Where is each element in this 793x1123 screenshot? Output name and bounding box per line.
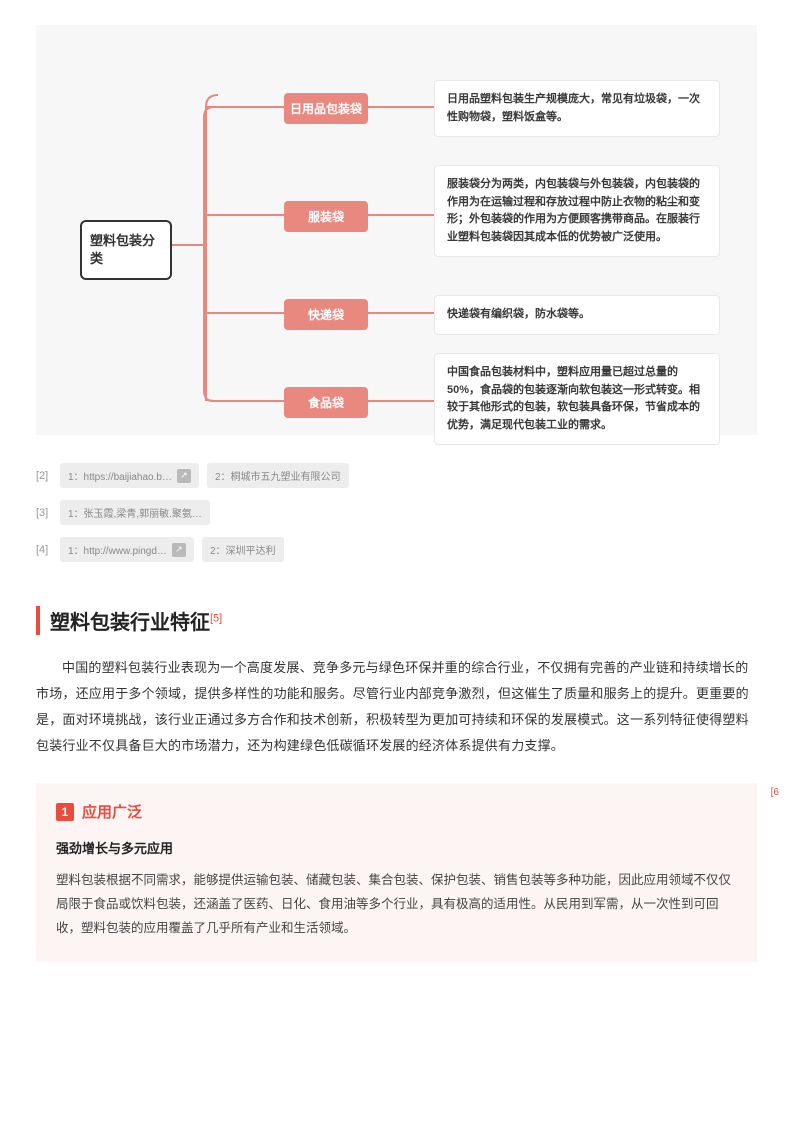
category-node: 食品袋 — [284, 387, 368, 418]
category-description: 日用品塑料包装生产规模庞大，常见有垃圾袋，一次性购物袋，塑料饭盒等。 — [434, 80, 720, 137]
feature-body: 塑料包装根据不同需求，能够提供运输包装、储藏包装、集合包装、保护包装、销售包装等… — [56, 869, 737, 940]
category-node: 快递袋 — [284, 299, 368, 330]
external-link-icon: ↗ — [172, 543, 186, 557]
reference-text: 1：张玉霞,梁青,郭丽敏.聚氨… — [68, 505, 202, 520]
category-description: 快递袋有编织袋，防水袋等。 — [434, 295, 720, 335]
section-footnote: [5] — [210, 612, 222, 624]
section-paragraph: 中国的塑料包装行业表现为一个高度发展、竞争多元与绿色环保并重的综合行业，不仅拥有… — [36, 655, 757, 759]
reference-pill[interactable]: 1：http://www.pingd… ↗ — [60, 537, 194, 562]
reference-row: [3] 1：张玉霞,梁青,郭丽敏.聚氨… — [36, 500, 757, 525]
feature-title-row: 1 应用广泛 — [56, 801, 737, 822]
external-link-icon: ↗ — [177, 469, 191, 483]
category-node: 日用品包装袋 — [284, 93, 368, 124]
reference-pill[interactable]: 1：张玉霞,梁青,郭丽敏.聚氨… — [60, 500, 210, 525]
category-description: 服装袋分为两类，内包装袋与外包装袋，内包装袋的作用为在运输过程和存放过程中防止衣… — [434, 165, 720, 257]
reference-index: [3] — [36, 507, 52, 519]
category-description: 中国食品包装材料中，塑料应用量已超过总量的50%，食品袋的包装逐渐向软包装这一形… — [434, 353, 720, 445]
reference-text: 1：http://www.pingd… — [68, 542, 167, 557]
feature-number-badge: 1 — [56, 803, 74, 821]
reference-row: [4] 1：http://www.pingd… ↗ 2：深圳平达利 — [36, 537, 757, 562]
reference-pill[interactable]: 2：桐城市五九塑业有限公司 — [207, 463, 349, 488]
reference-index: [2] — [36, 470, 52, 482]
section-heading: 塑料包装行业特征[5] — [36, 606, 757, 635]
feature-side-ref: [6 — [771, 787, 779, 798]
feature-subtitle: 强劲增长与多元应用 — [56, 838, 737, 857]
category-node: 服装袋 — [284, 201, 368, 232]
references-block: [2]1：https://baijiahao.b…↗2：桐城市五九塑业有限公司[… — [36, 453, 757, 584]
classification-diagram: 塑料包装分类 日用品包装袋 日用品塑料包装生产规模庞大，常见有垃圾袋，一次性购物袋… — [36, 25, 757, 435]
reference-text: 2：桐城市五九塑业有限公司 — [215, 468, 341, 483]
reference-index: [4] — [36, 544, 52, 556]
reference-row: [2] 1：https://baijiahao.b… ↗ 2：桐城市五九塑业有限公司 — [36, 463, 757, 488]
reference-pill[interactable]: 1：https://baijiahao.b… ↗ — [60, 463, 199, 488]
feature-title: 应用广泛 — [82, 801, 142, 822]
reference-pill[interactable]: 2：深圳平达利 — [202, 537, 284, 562]
feature-card: [6 1 应用广泛 强劲增长与多元应用 塑料包装根据不同需求，能够提供运输包装、… — [36, 783, 757, 962]
reference-text: 1：https://baijiahao.b… — [68, 468, 172, 483]
section-title: 塑料包装行业特征 — [50, 612, 210, 634]
reference-text: 2：深圳平达利 — [210, 542, 276, 557]
diagram-root-node: 塑料包装分类 — [80, 220, 172, 280]
